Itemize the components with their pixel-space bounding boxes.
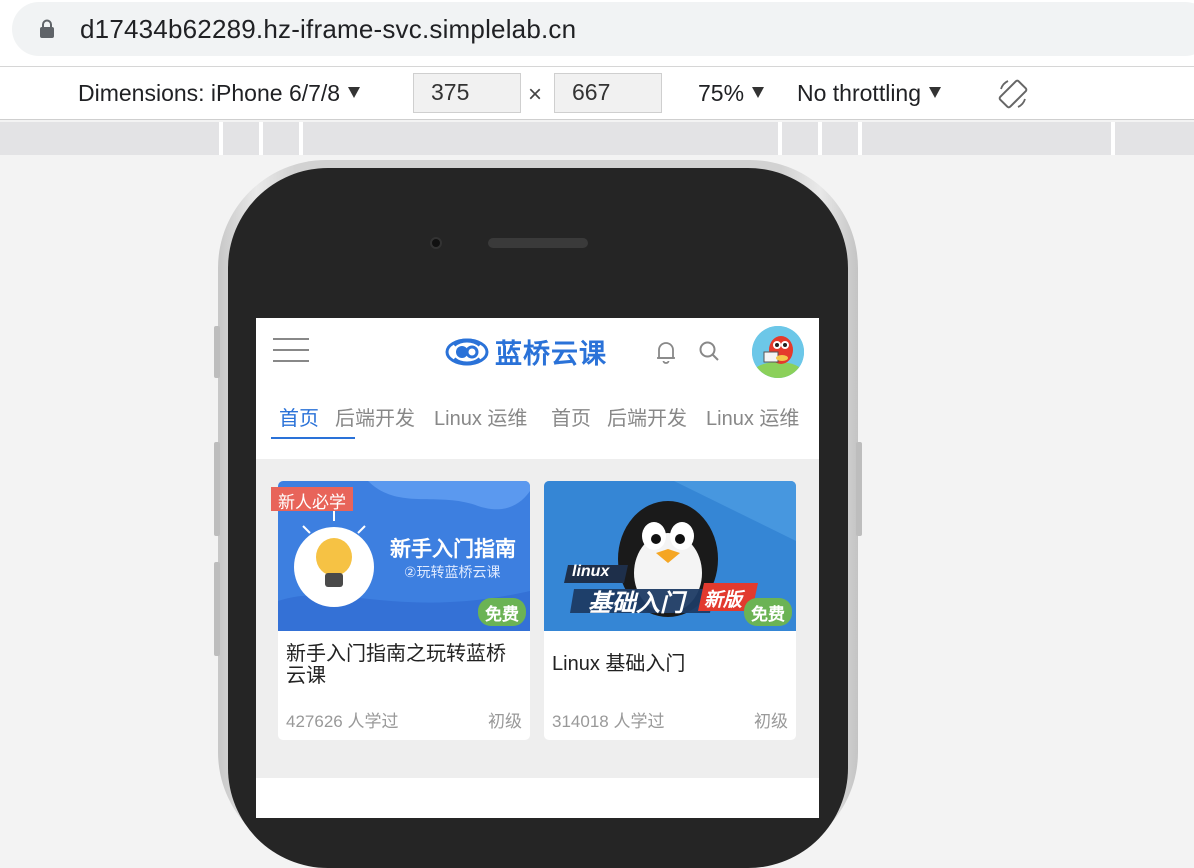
media-query-segment[interactable]	[778, 122, 818, 155]
tab-backend[interactable]: 后端开发	[335, 402, 415, 431]
tab-linux-ops[interactable]: Linux 运维	[706, 402, 799, 431]
media-query-segment[interactable]	[858, 122, 1111, 155]
phone-side-button	[856, 442, 862, 536]
learner-count: 427626 人学过	[286, 712, 399, 731]
free-badge: 免费	[744, 598, 792, 626]
phone-camera	[430, 237, 442, 249]
phone-side-button	[214, 442, 220, 536]
times-separator: ×	[528, 81, 543, 108]
app-header: 蓝桥云课	[256, 318, 819, 384]
learner-count: 314018 人学过	[552, 712, 665, 731]
phone-speaker	[488, 238, 588, 248]
tab-linux-ops[interactable]: Linux 运维	[434, 402, 527, 431]
url-text[interactable]: d17434b62289.hz-iframe-svc.simplelab.cn	[80, 14, 576, 45]
chevron-down-icon	[348, 87, 361, 98]
dimensions-label: Dimensions: iPhone 6/7/8	[78, 80, 341, 106]
lock-icon	[40, 19, 54, 38]
bell-icon[interactable]	[655, 340, 677, 364]
course-list: 新手入门指南 ②玩转蓝桥云课 免费 新手入门指南之玩转蓝桥云课 427626 人…	[256, 459, 819, 778]
thumbnail-headline: 新手入门指南	[390, 538, 516, 561]
course-card[interactable]: linux 基础入门 新版 免费 Linux 基础入门 314018 人学过 初…	[544, 481, 796, 740]
media-query-segment[interactable]	[299, 122, 778, 155]
search-icon[interactable]	[698, 340, 720, 362]
free-badge: 免费	[478, 598, 526, 626]
dimensions-dropdown[interactable]: Dimensions: iPhone 6/7/8	[78, 80, 361, 107]
thumbnail-new-label: 新版	[704, 590, 743, 611]
browser-address-bar-area: d17434b62289.hz-iframe-svc.simplelab.cn	[0, 0, 1194, 66]
course-title[interactable]: Linux 基础入门	[552, 653, 790, 675]
media-query-segment[interactable]	[259, 122, 299, 155]
tab-home[interactable]: 首页	[279, 402, 319, 431]
phone-side-button	[214, 326, 220, 378]
phone-side-button	[214, 562, 220, 656]
media-query-segment[interactable]	[1111, 122, 1194, 155]
throttling-label: No throttling	[797, 80, 922, 106]
logo-mark-icon	[445, 338, 489, 365]
media-query-segment[interactable]	[219, 122, 259, 155]
thumbnail-tag: linux	[572, 563, 610, 580]
logo-text: 蓝桥云课	[495, 339, 607, 369]
zoom-label: 75%	[698, 80, 745, 106]
thumbnail-subtitle: ②玩转蓝桥云课	[404, 564, 501, 580]
rotate-icon[interactable]	[996, 77, 1030, 111]
tab-home[interactable]: 首页	[551, 402, 591, 431]
address-bar[interactable]: d17434b62289.hz-iframe-svc.simplelab.cn	[12, 2, 1194, 56]
tab-backend[interactable]: 后端开发	[607, 402, 687, 431]
chevron-down-icon	[929, 87, 942, 98]
course-thumbnail: linux 基础入门 新版 免费	[544, 481, 796, 631]
device-screen: 蓝桥云课 首页 后端开发 Linux 运维 首页 后端开发 Linux 运维 新…	[256, 318, 819, 818]
next-section	[256, 778, 819, 818]
device-toolbar: Dimensions: iPhone 6/7/8 375 × 667 75% N…	[0, 66, 1194, 120]
width-input[interactable]: 375	[413, 73, 521, 113]
zoom-dropdown[interactable]: 75%	[698, 80, 765, 107]
media-query-bar	[0, 122, 1194, 155]
course-card[interactable]: 新手入门指南 ②玩转蓝桥云课 免费 新手入门指南之玩转蓝桥云课 427626 人…	[278, 481, 530, 740]
chevron-down-icon	[752, 87, 765, 98]
menu-icon[interactable]	[273, 338, 309, 364]
thumbnail-headline: 基础入门	[588, 590, 684, 617]
category-tabs: 首页 后端开发 Linux 运维 首页 后端开发 Linux 运维	[256, 402, 819, 442]
logo[interactable]: 蓝桥云课	[445, 332, 607, 371]
new-user-tag: 新人必学	[271, 487, 353, 512]
active-tab-indicator	[271, 437, 355, 439]
height-input[interactable]: 667	[554, 73, 662, 113]
course-level: 初级	[488, 712, 522, 731]
media-query-segment[interactable]	[818, 122, 858, 155]
avatar[interactable]	[752, 326, 804, 378]
throttling-dropdown[interactable]: No throttling	[797, 80, 942, 107]
course-level: 初级	[754, 712, 788, 731]
course-title[interactable]: 新手入门指南之玩转蓝桥云课	[286, 643, 524, 687]
